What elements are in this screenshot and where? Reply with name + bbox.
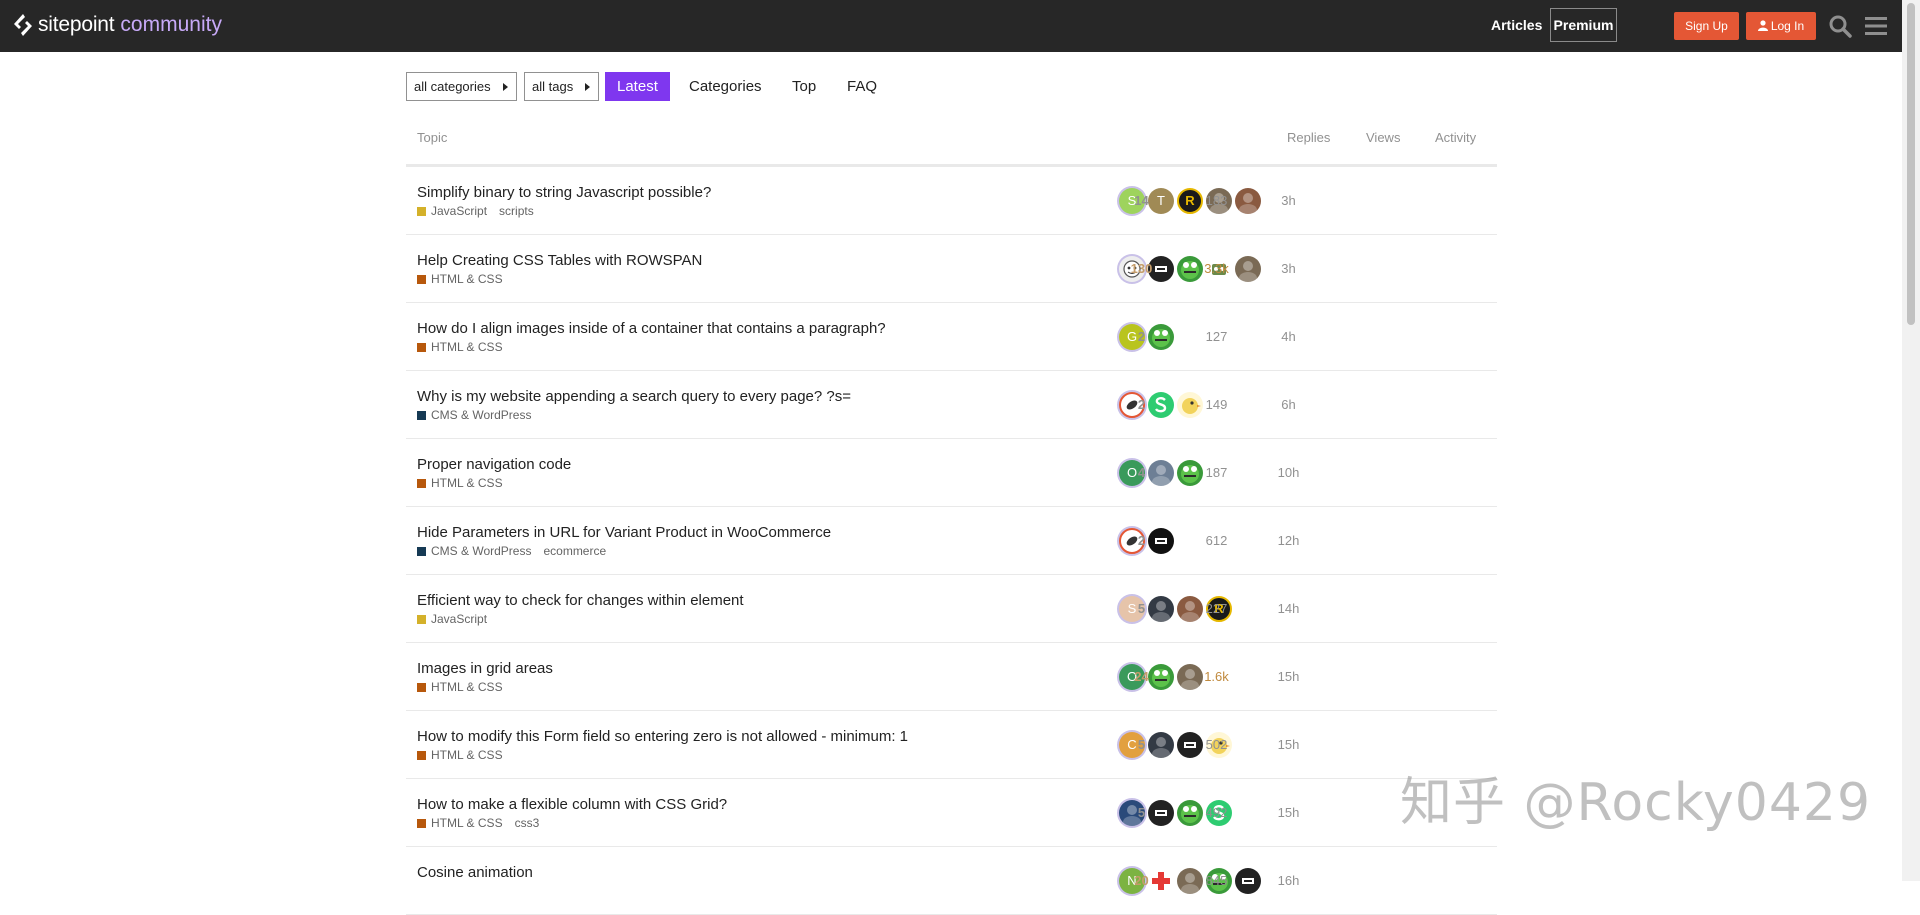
category-color-swatch — [417, 682, 426, 692]
caret-right-icon — [503, 83, 508, 91]
category-color-swatch — [417, 274, 426, 284]
all-categories-dropdown[interactable]: all categories — [406, 72, 517, 101]
last-activity[interactable]: 3h — [1236, 167, 1341, 235]
last-activity[interactable]: 15h — [1236, 711, 1341, 779]
articles-link[interactable]: Articles — [1491, 17, 1542, 33]
vertical-scrollbar[interactable] — [1902, 0, 1920, 881]
topic-row[interactable]: Why is my website appending a search que… — [406, 371, 1497, 439]
category-badge[interactable]: CMS & WordPress — [431, 544, 531, 558]
topic-title-link[interactable]: Proper navigation code — [417, 456, 571, 473]
column-header-views[interactable]: Views — [1366, 130, 1400, 145]
last-activity[interactable]: 15h — [1236, 779, 1341, 847]
category-color-swatch — [417, 342, 426, 352]
topic-meta: HTML & CSS — [417, 272, 515, 286]
topic-meta: HTML & CSS — [417, 680, 515, 694]
category-badge[interactable]: HTML & CSS — [431, 680, 503, 694]
topic-title-link[interactable]: Efficient way to check for changes withi… — [417, 592, 744, 609]
category-color-swatch — [417, 478, 426, 488]
category-badge[interactable]: HTML & CSS — [431, 272, 503, 286]
category-badge[interactable]: JavaScript — [431, 612, 487, 626]
category-color-swatch — [417, 410, 426, 420]
sign-up-button[interactable]: Sign Up — [1674, 12, 1739, 40]
topic-meta: HTML & CSS — [417, 476, 515, 490]
topic-title-link[interactable]: Help Creating CSS Tables with ROWSPAN — [417, 252, 702, 269]
tab-latest[interactable]: Latest — [605, 72, 670, 101]
topic-meta: HTML & CSS — [417, 748, 515, 762]
topic-meta: JavaScript scripts — [417, 204, 534, 218]
log-in-button[interactable]: Log In — [1746, 12, 1816, 40]
topic-tag[interactable]: scripts — [499, 204, 534, 218]
all-categories-label: all categories — [414, 79, 491, 94]
tab-top[interactable]: Top — [792, 72, 816, 101]
topic-row[interactable]: How do I align images inside of a contai… — [406, 303, 1497, 371]
caret-right-icon — [585, 83, 590, 91]
category-badge[interactable]: JavaScript — [431, 204, 487, 218]
topic-title-link[interactable]: Images in grid areas — [417, 660, 553, 677]
last-activity[interactable]: 6h — [1236, 371, 1341, 439]
category-badge[interactable]: HTML & CSS — [431, 816, 503, 830]
topic-title-link[interactable]: How to make a flexible column with CSS G… — [417, 796, 727, 813]
site-header: sitepoint community Articles Premium Sig… — [0, 0, 1902, 52]
topic-title-link[interactable]: Why is my website appending a search que… — [417, 388, 851, 405]
last-activity[interactable]: 4h — [1236, 303, 1341, 371]
user-icon — [1757, 20, 1768, 31]
topic-tag[interactable]: css3 — [515, 816, 540, 830]
topic-title-link[interactable]: Simplify binary to string Javascript pos… — [417, 184, 711, 201]
topic-row[interactable]: Simplify binary to string Javascript pos… — [406, 167, 1497, 235]
topic-row[interactable]: Images in grid areas HTML & CSS O 24 1.6k 15h — [406, 643, 1497, 711]
last-activity[interactable]: 12h — [1236, 507, 1341, 575]
all-tags-dropdown[interactable]: all tags — [524, 72, 599, 101]
topic-row[interactable]: Efficient way to check for changes withi… — [406, 575, 1497, 643]
all-tags-label: all tags — [532, 79, 574, 94]
last-activity[interactable]: 14h — [1236, 575, 1341, 643]
column-header-activity[interactable]: Activity — [1435, 130, 1476, 145]
topic-title-link[interactable]: Cosine animation — [417, 864, 533, 881]
category-badge[interactable]: HTML & CSS — [431, 340, 503, 354]
scrollbar-thumb[interactable] — [1907, 3, 1915, 325]
topic-row[interactable]: Cosine animation N 20 845 16h — [406, 847, 1497, 915]
category-color-swatch — [417, 614, 426, 624]
category-color-swatch — [417, 206, 426, 216]
last-activity[interactable]: 3h — [1236, 235, 1341, 303]
topic-title-link[interactable]: How do I align images inside of a contai… — [417, 320, 886, 337]
topic-row[interactable]: Hide Parameters in URL for Variant Produ… — [406, 507, 1497, 575]
hamburger-menu-icon[interactable] — [1864, 15, 1888, 37]
category-badge[interactable]: HTML & CSS — [431, 748, 503, 762]
topic-meta: HTML & CSS css3 — [417, 816, 539, 830]
premium-link[interactable]: Premium — [1550, 8, 1617, 42]
last-activity[interactable]: 10h — [1236, 439, 1341, 507]
site-logo[interactable]: sitepoint community — [12, 13, 222, 37]
category-color-swatch — [417, 818, 426, 828]
column-header-topic[interactable]: Topic — [417, 130, 447, 145]
column-header-replies[interactable]: Replies — [1287, 130, 1330, 145]
topic-tag[interactable]: ecommerce — [543, 544, 606, 558]
topic-row[interactable]: Help Creating CSS Tables with ROWSPAN HTM… — [406, 235, 1497, 303]
topic-meta: HTML & CSS — [417, 340, 515, 354]
category-color-swatch — [417, 546, 426, 556]
category-badge[interactable]: CMS & WordPress — [431, 408, 531, 422]
log-in-label: Log In — [1770, 19, 1805, 33]
logo-accent: community — [120, 13, 222, 36]
sitepoint-logo-icon — [14, 14, 32, 36]
topic-meta: CMS & WordPress — [417, 408, 543, 422]
tab-faq[interactable]: FAQ — [847, 72, 877, 101]
category-badge[interactable]: HTML & CSS — [431, 476, 503, 490]
topic-row[interactable]: How to modify this Form field so enterin… — [406, 711, 1497, 779]
tab-categories[interactable]: Categories — [689, 72, 762, 101]
topic-title-link[interactable]: Hide Parameters in URL for Variant Produ… — [417, 524, 831, 541]
topic-meta: CMS & WordPress ecommerce — [417, 544, 606, 558]
topic-row[interactable]: How to make a flexible column with CSS G… — [406, 779, 1497, 847]
category-color-swatch — [417, 750, 426, 760]
topic-row[interactable]: Proper navigation code HTML & CSS O 4 187 10h — [406, 439, 1497, 507]
watermark: 知乎 @Rocky0429 — [1400, 773, 1872, 833]
topic-meta: JavaScript — [417, 612, 499, 626]
topic-title-link[interactable]: How to modify this Form field so enterin… — [417, 728, 908, 745]
last-activity[interactable]: 16h — [1236, 847, 1341, 915]
logo-text: sitepoint — [38, 13, 115, 36]
last-activity[interactable]: 15h — [1236, 643, 1341, 711]
search-icon[interactable] — [1828, 14, 1852, 38]
